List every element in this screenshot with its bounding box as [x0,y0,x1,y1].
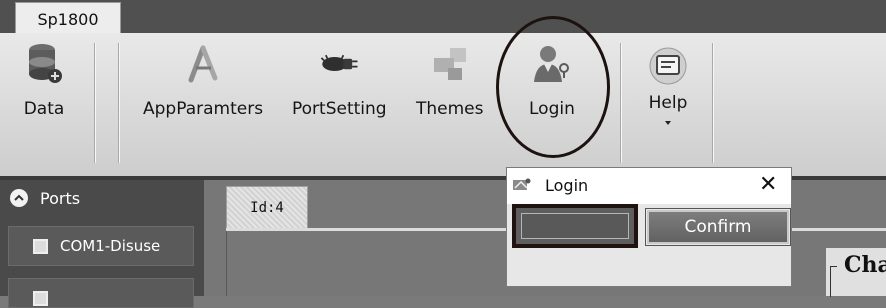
dialog-title-bar: Login ✕ [507,168,791,204]
chart-heading: Cha [844,252,886,278]
dialog-app-icon [513,178,531,190]
chart-panel: Cha [826,248,886,297]
help-window-icon [646,43,690,89]
password-field-highlight [512,204,638,248]
checkbox[interactable] [33,238,48,254]
checkbox[interactable] [33,291,48,306]
database-icon [22,41,66,87]
themes-button-label: Themes [416,99,484,119]
document-tab[interactable]: Id:4 [226,186,308,228]
data-button-label: Data [23,99,65,119]
ribbon-separator [620,43,621,163]
cable-plug-icon [317,41,361,87]
annotation-circle [496,16,610,158]
ports-header[interactable]: Ports [0,180,204,216]
confirm-button[interactable]: Confirm [647,210,789,244]
title-bar [0,0,886,33]
chevron-down-icon [665,121,671,125]
group-bracket [830,266,837,297]
ribbon: Data AppParamters PortSetting Themes Log… [0,33,886,177]
ribbon-separator [712,43,713,163]
themes-button[interactable]: Themes [416,41,484,119]
help-button-label: Help [648,93,688,113]
app-parameters-button[interactable]: AppParamters [143,41,263,119]
login-dialog: Login ✕ Confirm [506,167,792,287]
app-parameters-button-label: AppParamters [143,99,264,119]
data-button[interactable]: Data [22,41,66,119]
port-item[interactable]: COM1-Disuse [8,226,194,266]
dialog-title: Login [545,176,589,195]
password-input[interactable] [521,213,629,239]
ports-panel: Ports COM1-Disuse [0,180,204,308]
ribbon-separator [94,43,95,163]
port-item[interactable] [8,278,194,308]
ribbon-separator [118,43,119,163]
port-setting-button-label: PortSetting [292,99,387,119]
close-icon[interactable]: ✕ [759,172,777,198]
chevron-up-icon[interactable] [10,189,28,207]
port-item-label: COM1-Disuse [60,237,161,255]
compass-tools-icon [181,41,225,87]
help-button[interactable]: Help [646,43,690,125]
blocks-icon [428,41,472,87]
port-setting-button[interactable]: PortSetting [292,41,387,119]
ports-header-label: Ports [40,188,81,208]
app-tab[interactable]: Sp1800 [15,2,121,36]
